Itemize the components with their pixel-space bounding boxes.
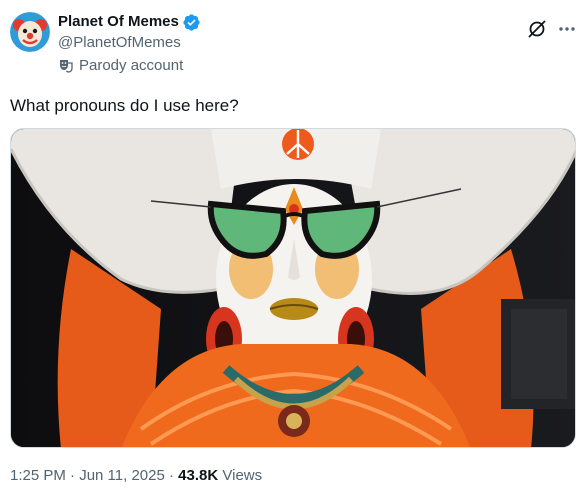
display-name[interactable]: Planet Of Memes xyxy=(58,12,179,32)
author-info: Planet Of Memes @PlanetOfMemes xyxy=(58,12,201,53)
views-label: Views xyxy=(222,467,263,484)
avatar[interactable] xyxy=(10,12,50,52)
tweet-text: What pronouns do I use here? xyxy=(10,96,239,115)
verified-badge-icon[interactable] xyxy=(182,13,201,32)
meta-separator: · xyxy=(169,467,179,484)
grok-icon[interactable] xyxy=(527,19,547,39)
timestamp[interactable]: 1:25 PM · Jun 11, 2025 xyxy=(10,467,165,484)
video-thumbnail-icon xyxy=(11,129,575,447)
tweet-meta: 1:25 PM · Jun 11, 2025 · 43.8K Views xyxy=(10,466,262,486)
user-handle[interactable]: @PlanetOfMemes xyxy=(58,33,201,53)
theater-mask-icon xyxy=(60,59,73,73)
clown-avatar-icon xyxy=(10,12,50,52)
parody-label: Parody account xyxy=(58,57,183,74)
account-label: Parody account xyxy=(79,57,184,74)
tweet-media[interactable] xyxy=(10,128,576,448)
tweet-actions-top xyxy=(527,18,578,40)
views-count: 43.8K xyxy=(178,467,219,484)
more-options-icon[interactable] xyxy=(556,18,578,40)
